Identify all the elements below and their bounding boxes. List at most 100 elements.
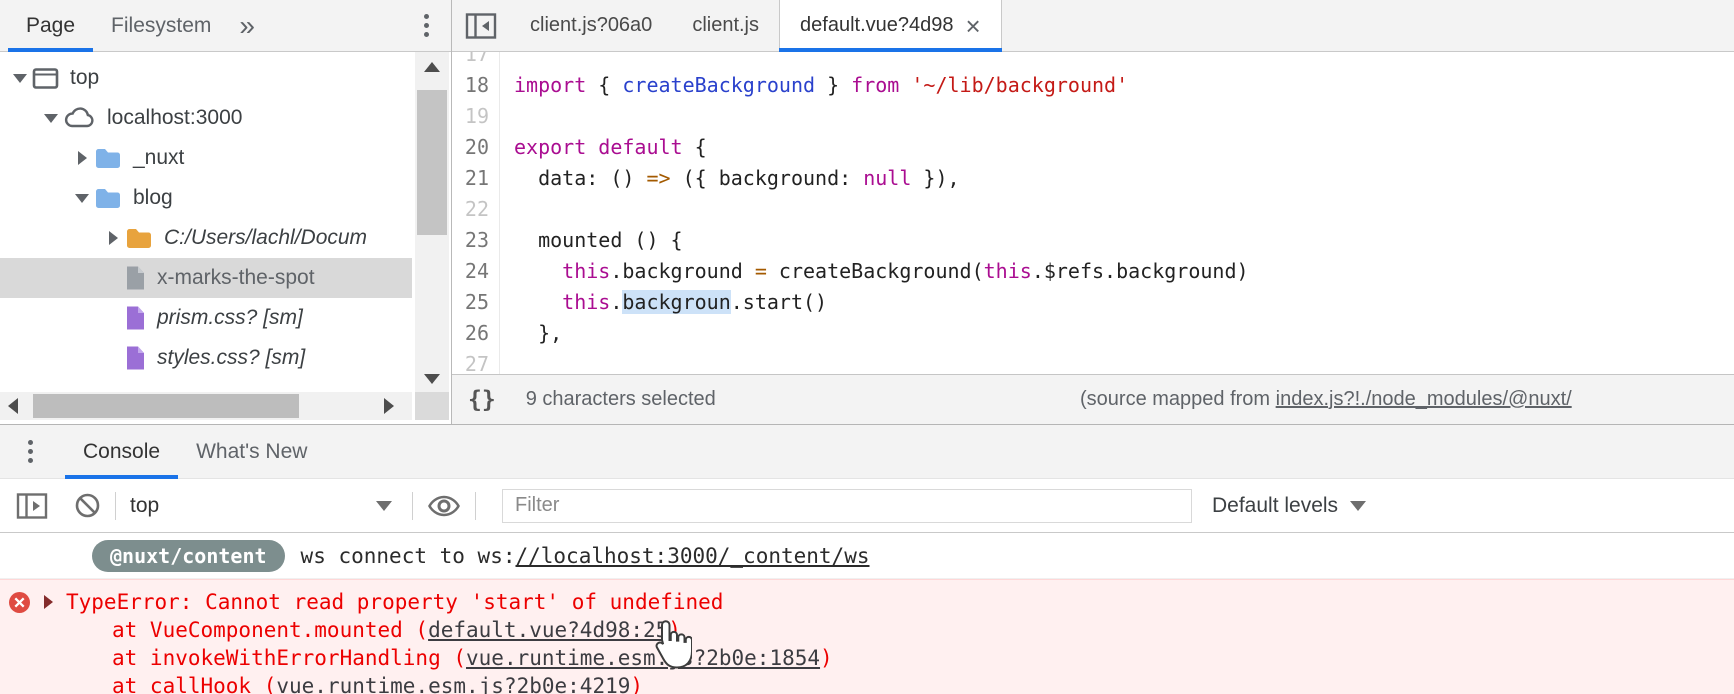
source-mapped-note: (source mapped from index.js?!./node_mod… — [1080, 388, 1572, 411]
console-drawer: ConsoleWhat's New top — [0, 424, 1734, 694]
pretty-print-icon[interactable]: {} — [468, 387, 496, 413]
source-mapped-link[interactable]: index.js?!./node_modules/@nuxt/ — [1276, 388, 1572, 410]
scrollbar-corner — [415, 392, 449, 420]
editor-status-bar: {} 9 characters selected (source mapped … — [452, 374, 1734, 424]
toolbar-divider — [475, 492, 476, 520]
console-tabbar: ConsoleWhat's New — [0, 425, 1734, 479]
navigator-menu-icon[interactable] — [424, 23, 429, 28]
console-badge: @nuxt/content — [92, 540, 285, 572]
stack-frame: at invokeWithErrorHandling (vue.runtime.… — [0, 644, 1734, 672]
stack-frame: at VueComponent.mounted (default.vue?4d9… — [0, 616, 1734, 644]
navigator-pane: PageFilesystem » top localhost:3000 _nuxtb… — [0, 0, 452, 424]
code-text: this.background = createBackground(this.… — [500, 259, 1249, 283]
console-filter-input[interactable] — [502, 489, 1192, 523]
log-levels-dropdown[interactable]: Default levels — [1212, 494, 1366, 518]
code-line: 21 data: () => ({ background: null }), — [452, 162, 1734, 193]
tree-item-x-marks-the-spot[interactable]: x-marks-the-spot — [0, 258, 412, 298]
code-editor[interactable]: 1718import { createBackground } from '~/… — [452, 52, 1734, 374]
tree-vertical-scrollbar[interactable] — [415, 52, 449, 392]
error-head: TypeError: Cannot read property 'start' … — [0, 588, 1734, 616]
stack-frame-suffix: ) — [668, 618, 681, 642]
tree-item-label: blog — [133, 186, 173, 210]
folder-blue-icon — [94, 147, 122, 170]
folder-blue-icon — [94, 187, 122, 210]
file-purple-icon — [125, 345, 146, 371]
tree-item-label: x-marks-the-spot — [157, 266, 315, 290]
live-expression-button[interactable] — [427, 494, 461, 518]
navigator-tab-page[interactable]: Page — [8, 0, 93, 51]
console-messages: @nuxt/content ws connect to ws://localhos… — [0, 533, 1734, 694]
close-tab-icon[interactable]: × — [965, 13, 980, 39]
code-text: data: () => ({ background: null }), — [500, 166, 960, 190]
execution-context-select[interactable]: top — [130, 494, 398, 518]
tree-item-localhost-3000[interactable]: localhost:3000 — [0, 98, 412, 138]
code-text: export default { — [500, 135, 707, 159]
source-mapped-prefix: (source mapped from — [1080, 388, 1276, 410]
scrollbar-thumb[interactable] — [417, 90, 447, 235]
code-line: 23 mounted () { — [452, 224, 1734, 255]
tree-expanded-icon[interactable] — [39, 114, 63, 123]
tree-item-nuxt[interactable]: _nuxt — [0, 138, 412, 178]
toolbar-divider — [115, 492, 116, 520]
scroll-up-icon[interactable] — [424, 62, 440, 72]
code-text: this.backgroun.start() — [500, 290, 827, 314]
editor-tab-client-js[interactable]: client.js — [672, 0, 779, 51]
sources-panel: PageFilesystem » top localhost:3000 _nuxtb… — [0, 0, 1734, 424]
selection-count: 9 characters selected — [526, 388, 716, 411]
expand-stack-icon[interactable] — [44, 595, 60, 609]
tree-item-label: C:/Users/lachl/Docum — [164, 226, 367, 250]
tree-expanded-icon[interactable] — [8, 74, 32, 83]
console-log-link[interactable]: //localhost:3000/_content/ws — [515, 544, 869, 568]
tree-item-top[interactable]: top — [0, 58, 412, 98]
editor-tabbar: client.js?06a0client.js default.vue?4d98 × — [452, 0, 1734, 52]
hide-navigator-button[interactable] — [452, 0, 510, 51]
stack-frame-link[interactable]: vue.runtime.esm.js?2b0e:4219 — [276, 674, 630, 694]
console-tab-console[interactable]: Console — [65, 425, 178, 478]
console-sidebar-button[interactable] — [16, 492, 48, 520]
console-tab-what-s-new[interactable]: What's New — [178, 425, 325, 478]
editor-pane: client.js?06a0client.js default.vue?4d98 ×… — [452, 0, 1734, 424]
code-line: 27 — [452, 348, 1734, 374]
scroll-right-icon[interactable] — [384, 398, 394, 414]
stack-frame-suffix: ) — [630, 674, 643, 694]
editor-tab-label: default.vue?4d98 — [800, 14, 953, 37]
clear-console-icon — [74, 492, 101, 519]
scroll-down-icon[interactable] — [424, 374, 440, 384]
stack-frame-link[interactable]: vue.runtime.esm.js?2b0e:1854 — [466, 646, 820, 670]
navigator-tab-filesystem[interactable]: Filesystem — [93, 0, 229, 51]
console-sidebar-icon — [16, 492, 48, 520]
frame-icon — [32, 67, 59, 90]
tree-item-styles-css-sm[interactable]: styles.css? [sm] — [0, 338, 412, 378]
tree-item-blog[interactable]: blog — [0, 178, 412, 218]
tree-item-prism-css-sm[interactable]: prism.css? [sm] — [0, 298, 412, 338]
editor-tab-default-vue-4d98[interactable]: default.vue?4d98 × — [779, 0, 1002, 51]
line-number: 27 — [452, 348, 500, 374]
console-tabs-slot: ConsoleWhat's New — [65, 425, 325, 478]
stack-frame-link[interactable]: default.vue?4d98:25 — [428, 618, 668, 642]
line-number: 25 — [452, 286, 500, 317]
execution-context-value: top — [130, 494, 159, 518]
code-line: 22 — [452, 193, 1734, 224]
stack-frame-suffix: ) — [820, 646, 833, 670]
tree-collapsed-icon[interactable] — [101, 231, 125, 245]
hide-navigator-icon — [465, 12, 497, 40]
tree-item-label: localhost:3000 — [107, 106, 242, 130]
tree-expanded-icon[interactable] — [70, 194, 94, 203]
scroll-left-icon[interactable] — [8, 398, 18, 414]
console-toolbar: top Default levels — [0, 479, 1734, 533]
line-number: 23 — [452, 224, 500, 255]
file-tree: top localhost:3000 _nuxtblog C:/Users/lachl… — [0, 52, 412, 378]
tree-horizontal-scrollbar[interactable] — [0, 392, 412, 420]
scrollbar-thumb[interactable] — [33, 394, 299, 418]
tree-collapsed-icon[interactable] — [70, 151, 94, 165]
tree-item-c-users-lachl-docum[interactable]: C:/Users/lachl/Docum — [0, 218, 412, 258]
line-number: 21 — [452, 162, 500, 193]
console-log-text: ws connect to ws: — [301, 544, 516, 568]
editor-tab-client-js-06a0[interactable]: client.js?06a0 — [510, 0, 672, 51]
folder-orange-icon — [125, 227, 153, 250]
console-error-message: TypeError: Cannot read property 'start' … — [0, 579, 1734, 694]
more-tabs-icon[interactable]: » — [239, 12, 255, 40]
clear-console-button[interactable] — [74, 492, 101, 519]
editor-tabs-slot: client.js?06a0client.js default.vue?4d98 × — [510, 0, 1002, 51]
console-menu-icon[interactable] — [28, 449, 33, 454]
